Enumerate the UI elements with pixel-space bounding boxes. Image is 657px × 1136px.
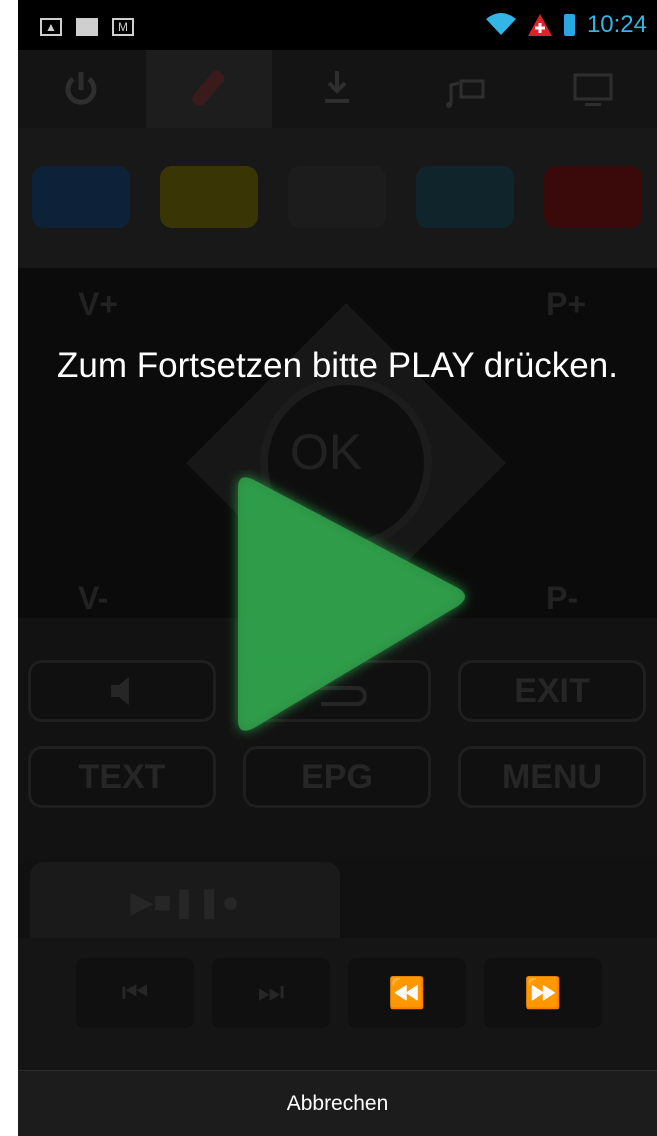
- mute-button[interactable]: [28, 660, 216, 722]
- input-source-icon: [325, 71, 349, 103]
- remote-tab-bar: [18, 50, 657, 128]
- gray-button[interactable]: [288, 166, 386, 228]
- play-icon[interactable]: [218, 470, 478, 740]
- exit-button[interactable]: EXIT: [458, 660, 646, 722]
- program-down-label[interactable]: P-: [546, 580, 578, 617]
- battery-icon: [563, 14, 575, 36]
- tab-power[interactable]: [18, 50, 144, 128]
- yellow-button[interactable]: [160, 166, 258, 228]
- status-bar: ▲ M 10:24: [18, 0, 657, 50]
- shopping-bag-icon: [76, 18, 98, 36]
- rewind-button[interactable]: ⏪: [348, 958, 466, 1028]
- system-icons: 10:24: [485, 11, 647, 38]
- color-buttons-row: [18, 128, 657, 268]
- wifi-icon: [485, 13, 516, 35]
- red-button[interactable]: [544, 166, 642, 228]
- skip-previous-button[interactable]: ⏮: [76, 958, 194, 1028]
- cyan-button[interactable]: [416, 166, 514, 228]
- media-controls-panel: ⏮ ⏭ ⏪ ⏩: [18, 938, 657, 1078]
- tab-media[interactable]: [402, 50, 528, 128]
- tab-tv[interactable]: [530, 50, 656, 128]
- program-up-label[interactable]: P+: [546, 286, 586, 323]
- volume-down-label[interactable]: V-: [78, 580, 108, 617]
- tab-input-source[interactable]: [274, 50, 400, 128]
- blue-button[interactable]: [32, 166, 130, 228]
- text-button[interactable]: TEXT: [28, 746, 216, 808]
- tv-icon: [573, 73, 613, 106]
- bottom-bar: Abbrechen: [18, 1070, 657, 1136]
- menu-button[interactable]: MENU: [458, 746, 646, 808]
- power-icon: [65, 72, 97, 105]
- screen-border: [0, 0, 18, 1136]
- mute-icon: [111, 677, 129, 705]
- fast-forward-button[interactable]: ⏩: [484, 958, 602, 1028]
- cancel-button[interactable]: Abbrechen: [18, 1071, 657, 1136]
- gmail-icon: M: [112, 18, 134, 36]
- warning-icon: [527, 14, 552, 36]
- media-controls-tab[interactable]: ▶■❚❚●: [30, 862, 340, 942]
- media-icon: [446, 79, 485, 108]
- screen: ▲ M 10:24 V+ V- P+ P- OK EXIT TEXT EPG M…: [18, 0, 657, 1136]
- epg-button[interactable]: EPG: [243, 746, 431, 808]
- remote-icon: [192, 70, 225, 107]
- tab-remote[interactable]: [146, 50, 272, 128]
- notification-icons: ▲ M: [40, 18, 134, 36]
- image-icon: ▲: [40, 18, 62, 36]
- play-prompt: Zum Fortsetzen bitte PLAY drücken.: [57, 346, 618, 385]
- clock: 10:24: [586, 11, 647, 38]
- skip-next-button[interactable]: ⏭: [212, 958, 330, 1028]
- volume-up-label[interactable]: V+: [78, 286, 118, 323]
